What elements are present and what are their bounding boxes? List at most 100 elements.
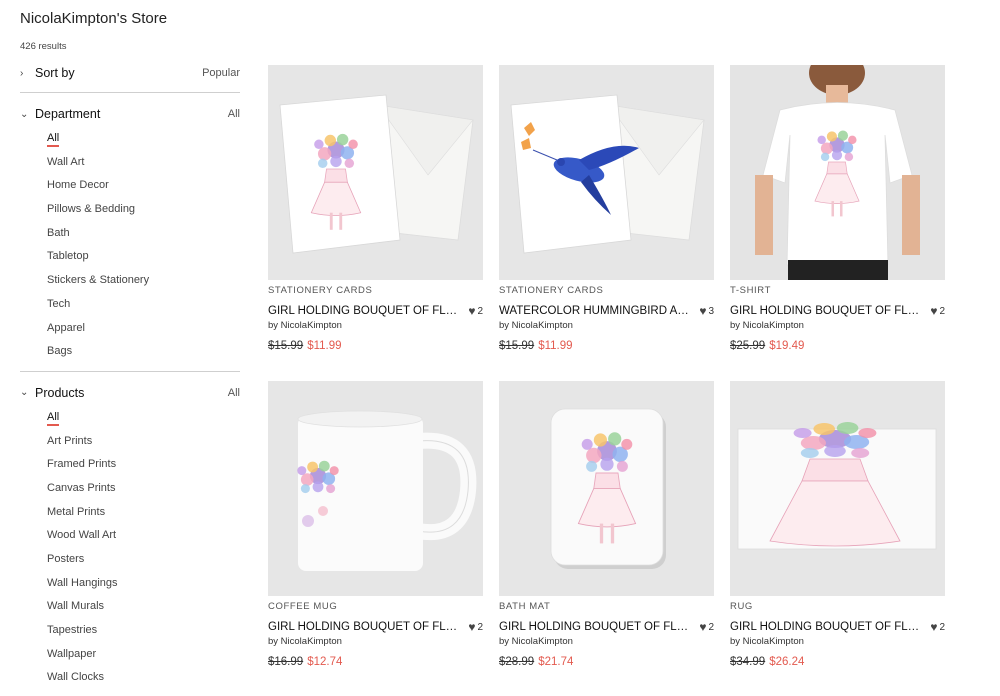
products-toggle[interactable]: ⌄ Products All — [20, 382, 240, 404]
chevron-right-icon: › — [20, 67, 24, 79]
product-title[interactable]: GIRL HOLDING BOUQUET OF FLOWERS — [268, 305, 458, 317]
divider — [20, 92, 240, 93]
product-card[interactable]: STATIONERY CARDS GIRL HOLDING BOUQUET OF… — [268, 65, 483, 352]
store-title: NicolaKimpton's Store — [20, 10, 168, 27]
department-option-tech[interactable]: Tech — [47, 293, 240, 317]
products-value: All — [227, 386, 240, 399]
products-option-canvas-prints[interactable]: Canvas Prints — [47, 477, 240, 501]
product-category: STATIONERY CARDS — [268, 285, 373, 296]
like-count: 2 — [939, 305, 945, 317]
sale-price: $12.74 — [307, 656, 343, 668]
like-button[interactable]: ♥ 2 — [699, 620, 714, 634]
coffee-mug-image — [268, 381, 483, 596]
chevron-down-icon: ⌄ — [20, 387, 29, 399]
product-title[interactable]: GIRL HOLDING BOUQUET OF FLOWERS — [268, 621, 458, 633]
product-image[interactable] — [268, 381, 483, 596]
product-artist: by NicolaKimpton — [499, 320, 573, 331]
product-price: $25.99 $19.49 — [730, 340, 945, 352]
department-toggle[interactable]: ⌄ Department All — [20, 103, 240, 125]
product-title[interactable]: GIRL HOLDING BOUQUET OF FLOWERS — [730, 621, 920, 633]
products-option-wall-murals[interactable]: Wall Murals — [47, 595, 240, 619]
product-card[interactable]: RUG GIRL HOLDING BOUQUET OF FLOWERS ♥2 b… — [730, 381, 945, 668]
divider — [20, 370, 240, 372]
like-count: 2 — [939, 621, 945, 633]
bath-mat-image — [499, 381, 714, 596]
product-artist: by NicolaKimpton — [268, 636, 342, 647]
department-option-pillows-bedding[interactable]: Pillows & Bedding — [47, 198, 240, 222]
department-option-apparel[interactable]: Apparel — [47, 317, 240, 341]
product-category: RUG — [730, 601, 753, 612]
product-price: $15.99 $11.99 — [499, 340, 714, 352]
sale-price: $26.24 — [769, 656, 805, 668]
like-count: 2 — [477, 621, 483, 633]
original-price: $34.99 — [730, 656, 766, 668]
products-option-wallpaper[interactable]: Wallpaper — [47, 643, 240, 667]
original-price: $16.99 — [268, 656, 304, 668]
product-image[interactable] — [499, 381, 714, 596]
tshirt-image — [730, 65, 945, 280]
product-title[interactable]: GIRL HOLDING BOUQUET OF FLOWERS — [499, 621, 689, 633]
products-option-wood-wall-art[interactable]: Wood Wall Art — [47, 524, 240, 548]
department-option-home-decor[interactable]: Home Decor — [47, 174, 240, 198]
heart-icon: ♥ — [468, 620, 476, 634]
products-list: All Art Prints Framed Prints Canvas Prin… — [47, 406, 240, 690]
products-option-metal-prints[interactable]: Metal Prints — [47, 501, 240, 525]
filter-sidebar: › Sort by Popular ⌄ Department All All W… — [20, 62, 240, 690]
product-artist: by NicolaKimpton — [499, 636, 573, 647]
department-list: All Wall Art Home Decor Pillows & Beddin… — [47, 127, 240, 364]
heart-icon: ♥ — [930, 304, 938, 318]
department-option-bags[interactable]: Bags — [47, 340, 240, 364]
like-button[interactable]: ♥ 3 — [699, 304, 714, 318]
department-option-stickers-stationery[interactable]: Stickers & Stationery — [47, 269, 240, 293]
product-price: $34.99 $26.24 — [730, 656, 945, 668]
product-card[interactable]: STATIONERY CARDS WATERCOLOR HUMMINGBIRD … — [499, 65, 714, 352]
product-price: $15.99 $11.99 — [268, 340, 483, 352]
products-option-posters[interactable]: Posters — [47, 548, 240, 572]
product-title[interactable]: GIRL HOLDING BOUQUET OF FLOWERS — [730, 305, 920, 317]
products-option-wall-hangings[interactable]: Wall Hangings — [47, 572, 240, 596]
products-option-wall-clocks[interactable]: Wall Clocks — [47, 666, 240, 690]
product-category: T-SHIRT — [730, 285, 771, 296]
like-button[interactable]: ♥ 2 — [930, 620, 945, 634]
like-button[interactable]: ♥ 2 — [468, 620, 483, 634]
heart-icon: ♥ — [930, 620, 938, 634]
product-artist: by NicolaKimpton — [268, 320, 342, 331]
products-label: Products — [35, 385, 85, 400]
product-image[interactable] — [730, 381, 945, 596]
sort-by-value: Popular — [202, 67, 240, 79]
product-image[interactable] — [499, 65, 714, 280]
sort-by-label: Sort by — [35, 66, 75, 80]
product-price: $28.99 $21.74 — [499, 656, 714, 668]
original-price: $15.99 — [268, 340, 304, 352]
product-category: STATIONERY CARDS — [499, 285, 604, 296]
heart-icon: ♥ — [468, 304, 476, 318]
products-option-tapestries[interactable]: Tapestries — [47, 619, 240, 643]
department-option-bath[interactable]: Bath — [47, 222, 240, 246]
sale-price: $19.49 — [769, 340, 805, 352]
stationery-card-girl-image — [268, 65, 483, 280]
department-option-all[interactable]: All — [47, 127, 240, 151]
sort-by-toggle[interactable]: › Sort by Popular — [20, 62, 240, 84]
sale-price: $21.74 — [538, 656, 574, 668]
stationery-card-hummingbird-image — [499, 65, 714, 280]
like-button[interactable]: ♥ 2 — [468, 304, 483, 318]
product-card[interactable]: COFFEE MUG GIRL HOLDING BOUQUET OF FLOWE… — [268, 381, 483, 668]
products-option-framed-prints[interactable]: Framed Prints — [47, 453, 240, 477]
products-option-all[interactable]: All — [47, 406, 240, 430]
like-button[interactable]: ♥ 2 — [930, 304, 945, 318]
product-card[interactable]: T-SHIRT GIRL HOLDING BOUQUET OF FLOWERS … — [730, 65, 945, 352]
product-image[interactable] — [268, 65, 483, 280]
original-price: $25.99 — [730, 340, 766, 352]
department-option-wall-art[interactable]: Wall Art — [47, 151, 240, 175]
sale-price: $11.99 — [307, 340, 342, 352]
product-image[interactable] — [730, 65, 945, 280]
original-price: $15.99 — [499, 340, 535, 352]
department-option-tabletop[interactable]: Tabletop — [47, 245, 240, 269]
product-card[interactable]: BATH MAT GIRL HOLDING BOUQUET OF FLOWERS… — [499, 381, 714, 668]
original-price: $28.99 — [499, 656, 535, 668]
like-count: 2 — [477, 305, 483, 317]
products-option-art-prints[interactable]: Art Prints — [47, 430, 240, 454]
product-title[interactable]: WATERCOLOR HUMMINGBIRD AND FLOWERS — [499, 305, 689, 317]
rug-image — [730, 381, 945, 596]
product-price: $16.99 $12.74 — [268, 656, 483, 668]
